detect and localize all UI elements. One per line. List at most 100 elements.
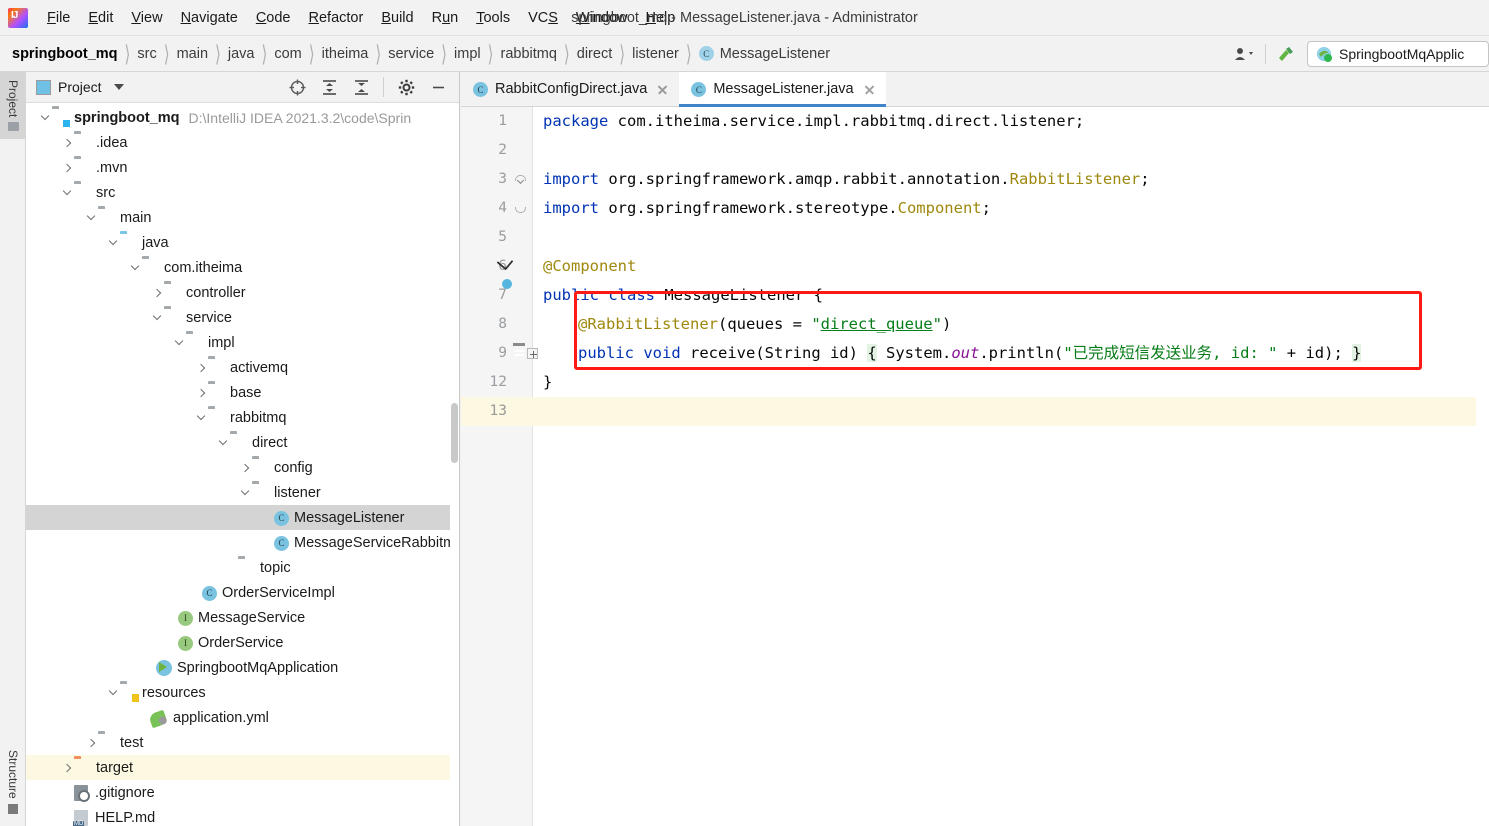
tree-node-application-yml[interactable]: application.yml [26,705,451,730]
chevron-down-icon[interactable] [238,480,252,505]
tree-node-main[interactable]: main [26,205,451,230]
chevron-right-icon[interactable] [194,380,208,405]
menu-view[interactable]: View [122,6,171,30]
breadcrumb-listener[interactable]: listener [632,46,679,62]
tree-node-OrderServiceImpl[interactable]: C OrderServiceImpl [26,580,451,605]
chevron-down-icon[interactable] [84,205,98,230]
code-editor[interactable]: 1 package com.itheima.service.impl.rabbi… [461,107,1489,826]
close-icon[interactable] [863,83,876,96]
tree-node-topic[interactable]: topic [26,555,451,580]
tree-node-base[interactable]: base [26,380,451,405]
chevron-down-icon[interactable] [38,105,52,130]
chevron-down-icon[interactable] [216,430,230,455]
menu-code[interactable]: Code [247,6,300,30]
tree-node-MessageServiceRabbitmq[interactable]: C MessageServiceRabbitm [26,530,451,555]
tab-RabbitConfigDirect-java[interactable]: C RabbitConfigDirect.java [461,72,679,106]
collapse-all-icon[interactable] [346,74,376,100]
tree-node-listener[interactable]: listener [26,480,451,505]
tree-node-test[interactable]: test [26,730,451,755]
tree-node-MessageService[interactable]: I MessageService [26,605,451,630]
chevron-right-icon[interactable] [150,280,164,305]
menu-tools[interactable]: Tools [467,6,519,30]
gutter-cell[interactable] [507,165,533,194]
run-configuration-selector[interactable]: SpringbootMqApplic [1307,41,1489,67]
chevron-down-icon[interactable] [150,305,164,330]
tree-node-springboot_mq[interactable]: springboot_mq D:\IntelliJ IDEA 2021.3.2\… [26,105,451,130]
tree-node-rabbitmq[interactable]: rabbitmq [26,405,451,430]
locate-file-icon[interactable] [282,74,312,100]
gutter-cell[interactable] [507,194,533,223]
tree-node-MessageListener[interactable]: C MessageListener [26,505,451,530]
tree-node-impl[interactable]: impl [26,330,451,355]
tree-node-target[interactable]: target [26,755,451,780]
chevron-down-icon[interactable] [172,330,186,355]
editor-scrollbar[interactable] [1476,142,1489,826]
tree-node-service[interactable]: service [26,305,451,330]
tree-node-help-md[interactable]: HELP.md [26,805,451,826]
tree-node-SpringbootMqApplication[interactable]: SpringbootMqApplication [26,655,451,680]
menu-vcs[interactable]: VCS [519,6,567,30]
breadcrumb-current-class[interactable]: MessageListener [720,46,830,62]
breadcrumb-main[interactable]: main [177,46,208,62]
menu-window[interactable]: Window [567,6,637,30]
tree-node-direct[interactable]: direct [26,430,451,455]
menu-navigate[interactable]: Navigate [172,6,247,30]
fold-expand-icon[interactable] [527,348,538,359]
settings-gear-icon[interactable] [391,74,421,100]
menu-help[interactable]: Help [636,6,684,30]
chevron-right-icon[interactable] [60,130,74,155]
hide-panel-icon[interactable] [423,74,453,100]
tree-node-resources[interactable]: resources [26,680,451,705]
menu-build[interactable]: Build [372,6,422,30]
tree-node-com-itheima[interactable]: com.itheima [26,255,451,280]
breadcrumb-itheima[interactable]: itheima [322,46,369,62]
chevron-right-icon[interactable] [60,755,74,780]
breadcrumb-springboot_mq[interactable]: springboot_mq [12,46,118,62]
chevron-right-icon[interactable] [194,355,208,380]
tree-node-idea[interactable]: .idea [26,130,451,155]
tree-node-activemq[interactable]: activemq [26,355,451,380]
chevron-down-icon[interactable] [60,180,74,205]
breadcrumb-rabbitmq[interactable]: rabbitmq [500,46,556,62]
gutter-cell[interactable] [507,281,533,310]
menu-edit[interactable]: Edit [79,6,122,30]
chevron-down-icon[interactable] [194,405,208,430]
tree-node-mvn[interactable]: .mvn [26,155,451,180]
chevron-down-icon[interactable] [113,84,124,90]
gutter-cell [507,136,533,165]
tree-node-java[interactable]: java [26,230,451,255]
chevron-down-icon[interactable] [128,255,142,280]
tab-MessageListener-java[interactable]: C MessageListener.java [679,72,886,107]
chevron-down-icon[interactable] [106,230,120,255]
sidebar-item-project[interactable]: Project [0,72,26,140]
menu-run[interactable]: Run [423,6,468,30]
scrollbar-thumb[interactable] [451,403,458,463]
expand-all-icon[interactable] [314,74,344,100]
breadcrumb-com[interactable]: com [274,46,301,62]
fold-collapse-icon[interactable] [515,175,526,184]
breadcrumb-service[interactable]: service [388,46,434,62]
chevron-down-icon[interactable] [106,680,120,705]
tree-node-src[interactable]: src [26,180,451,205]
tree-node-OrderService[interactable]: I OrderService [26,630,451,655]
chevron-right-icon[interactable] [238,455,252,480]
breadcrumb-impl[interactable]: impl [454,46,481,62]
build-hammer-icon[interactable] [1271,41,1301,67]
tree-node-config[interactable]: config [26,455,451,480]
close-icon[interactable] [656,83,669,96]
tree-node-controller[interactable]: controller [26,280,451,305]
chevron-right-icon[interactable] [84,730,98,755]
breadcrumb-src[interactable]: src [137,46,156,62]
menu-refactor[interactable]: Refactor [300,6,373,30]
breadcrumb-java[interactable]: java [228,46,255,62]
breadcrumb-direct[interactable]: direct [577,46,612,62]
tree-node-gitignore[interactable]: .gitignore [26,780,451,805]
chevron-right-icon[interactable] [60,155,74,180]
user-settings-icon[interactable] [1230,41,1260,67]
project-tree[interactable]: springboot_mq D:\IntelliJ IDEA 2021.3.2\… [26,103,451,826]
fold-region-end-icon[interactable] [515,204,526,213]
gutter-cell[interactable] [507,252,533,281]
menu-file[interactable]: File [38,6,79,30]
project-tree-scrollbar[interactable] [450,103,459,826]
sidebar-item-structure[interactable]: Structure [0,742,26,822]
